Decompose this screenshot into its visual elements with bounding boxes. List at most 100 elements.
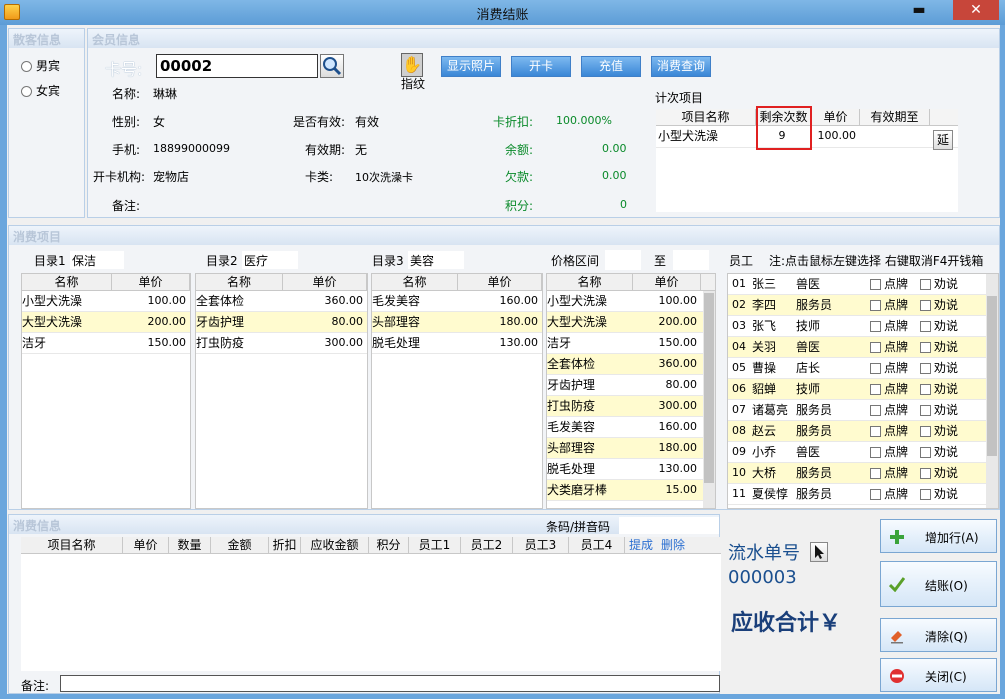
checkbox-icon xyxy=(920,426,931,437)
table-row[interactable]: 牙齿护理 80.00 xyxy=(547,375,715,396)
staff-row[interactable]: 08 赵云 服务员 点牌 劝说 xyxy=(728,421,998,442)
cat3-table: 名称 单价 毛发美容 160.00 头部理容 180.00 脱毛处理 130.00 xyxy=(371,273,543,509)
staff-row[interactable]: 11 夏侯惇 服务员 点牌 劝说 xyxy=(728,484,998,505)
serial-cursor-button[interactable] xyxy=(810,542,828,562)
persuade-checkbox[interactable]: 劝说 xyxy=(920,484,976,504)
table-row[interactable]: 全套体检 360.00 xyxy=(547,354,715,375)
recharge-button[interactable]: 充值 xyxy=(581,56,641,77)
persuade-checkbox[interactable]: 劝说 xyxy=(920,274,976,294)
staff-name: 夏侯惇 xyxy=(752,487,789,501)
add-row-button[interactable]: 增加行(A) xyxy=(880,519,997,553)
staff-name: 诸葛亮 xyxy=(752,403,789,417)
col-header: 折扣 xyxy=(269,537,301,553)
table-row[interactable]: 毛发美容 160.00 xyxy=(372,291,542,312)
assign-checkbox[interactable]: 点牌 xyxy=(870,484,920,504)
cat1-input[interactable]: 保洁 xyxy=(70,251,124,269)
staff-row[interactable]: 10 大桥 服务员 点牌 劝说 xyxy=(728,463,998,484)
table-row[interactable]: 洁牙 150.00 xyxy=(22,333,190,354)
staff-row[interactable]: 09 小乔 兽医 点牌 劝说 xyxy=(728,442,998,463)
radio-male[interactable]: 男宾 xyxy=(21,57,60,74)
assign-checkbox[interactable]: 点牌 xyxy=(870,274,920,294)
staff-row[interactable]: 06 貂蝉 技师 点牌 劝说 xyxy=(728,379,998,400)
balance-value: 0.00 xyxy=(602,142,627,155)
staff-row[interactable]: 05 曹操 店长 点牌 劝说 xyxy=(728,358,998,379)
radio-female[interactable]: 女宾 xyxy=(21,82,60,99)
table-row[interactable]: 打虫防疫 300.00 xyxy=(547,396,715,417)
persuade-checkbox[interactable]: 劝说 xyxy=(920,442,976,462)
guest-panel-header: 散客信息 xyxy=(9,29,84,48)
clear-button[interactable]: 清除(Q) xyxy=(880,618,997,652)
card-search-button[interactable] xyxy=(320,54,344,78)
scroll-thumb[interactable] xyxy=(987,296,997,456)
barcode-input[interactable] xyxy=(619,517,719,534)
open-card-button[interactable]: 开卡 xyxy=(511,56,571,77)
persuade-checkbox[interactable]: 劝说 xyxy=(920,463,976,483)
delete-link[interactable]: 删除 xyxy=(657,537,689,553)
table-row[interactable]: 牙齿护理 80.00 xyxy=(196,312,367,333)
staff-scrollbar[interactable] xyxy=(986,274,998,508)
table-row[interactable]: 毛发美容 160.00 xyxy=(547,417,715,438)
assign-checkbox[interactable]: 点牌 xyxy=(870,316,920,336)
col-header: 单价 xyxy=(123,537,169,553)
assign-checkbox[interactable]: 点牌 xyxy=(870,442,920,462)
table-row[interactable]: 打虫防疫 300.00 xyxy=(196,333,367,354)
persuade-checkbox[interactable]: 劝说 xyxy=(920,295,976,315)
checkout-button[interactable]: 结账(O) xyxy=(880,561,997,607)
close-window-button[interactable]: ✕ xyxy=(953,0,999,20)
table-row[interactable]: 头部理容 180.00 xyxy=(372,312,542,333)
minimize-button[interactable]: ▬ xyxy=(908,2,930,20)
card-number-input[interactable]: 00002 xyxy=(156,54,318,78)
guest-panel: 散客信息 男宾 女宾 xyxy=(8,28,85,218)
persuade-checkbox[interactable]: 劝说 xyxy=(920,337,976,357)
show-photo-button[interactable]: 显示照片 xyxy=(441,56,501,77)
assign-checkbox[interactable]: 点牌 xyxy=(870,400,920,420)
table-row[interactable]: 小型犬洗澡 100.00 xyxy=(547,291,715,312)
assign-checkbox[interactable]: 点牌 xyxy=(870,421,920,441)
assign-checkbox[interactable]: 点牌 xyxy=(870,463,920,483)
item-name: 大型犬洗澡 xyxy=(547,315,608,329)
gender-value: 女 xyxy=(153,115,166,129)
commission-link[interactable]: 提成 xyxy=(625,537,657,553)
price-min-input[interactable] xyxy=(605,250,641,270)
assign-checkbox[interactable]: 点牌 xyxy=(870,379,920,399)
table-row[interactable]: 犬类磨牙棒 15.00 xyxy=(547,480,715,501)
cat3-input[interactable]: 美容 xyxy=(408,251,464,269)
cat2-input[interactable]: 医疗 xyxy=(242,251,298,269)
table-row[interactable]: 脱毛处理 130.00 xyxy=(547,459,715,480)
price-range-scrollbar[interactable] xyxy=(703,291,715,508)
persuade-checkbox[interactable]: 劝说 xyxy=(920,400,976,420)
persuade-checkbox[interactable]: 劝说 xyxy=(920,358,976,378)
extend-button[interactable]: 延 xyxy=(933,130,953,150)
staff-row[interactable]: 07 诸葛亮 服务员 点牌 劝说 xyxy=(728,400,998,421)
table-row[interactable]: 脱毛处理 130.00 xyxy=(372,333,542,354)
consume-query-button[interactable]: 消费查询 xyxy=(651,56,711,77)
discount-label: 卡折扣: xyxy=(493,115,534,129)
table-row[interactable]: 小型犬洗澡 100.00 xyxy=(22,291,190,312)
table-row[interactable]: 洁牙 150.00 xyxy=(547,333,715,354)
persuade-checkbox[interactable]: 劝说 xyxy=(920,421,976,441)
stop-icon xyxy=(890,669,904,683)
table-row[interactable]: 大型犬洗澡 200.00 xyxy=(22,312,190,333)
staff-role: 店长 xyxy=(796,361,821,375)
table-row[interactable]: 全套体检 360.00 xyxy=(196,291,367,312)
persuade-checkbox[interactable]: 劝说 xyxy=(920,379,976,399)
staff-row[interactable]: 02 李四 服务员 点牌 劝说 xyxy=(728,295,998,316)
assign-checkbox[interactable]: 点牌 xyxy=(870,358,920,378)
remaining-highlight xyxy=(756,106,812,150)
staff-row[interactable]: 03 张飞 技师 点牌 劝说 xyxy=(728,316,998,337)
fingerprint-button[interactable]: ✋ 指纹 xyxy=(401,53,427,93)
expiry-label: 有效期: xyxy=(305,143,346,157)
staff-rows: 01 张三 兽医 点牌 劝说 02 李四 服务员 点牌 劝说 03 张飞 技师 点牌 劝说 04 关羽 兽医 点牌劝… xyxy=(728,274,998,505)
staff-row[interactable]: 04 关羽 兽医 点牌 劝说 xyxy=(728,337,998,358)
item-price: 150.00 xyxy=(658,336,698,349)
persuade-checkbox[interactable]: 劝说 xyxy=(920,316,976,336)
table-row[interactable]: 大型犬洗澡 200.00 xyxy=(547,312,715,333)
table-row[interactable]: 头部理容 180.00 xyxy=(547,438,715,459)
bill-note-input[interactable] xyxy=(60,675,720,692)
price-max-input[interactable] xyxy=(673,250,709,270)
assign-checkbox[interactable]: 点牌 xyxy=(870,295,920,315)
scroll-thumb[interactable] xyxy=(704,293,714,483)
close-button[interactable]: 关闭(C) xyxy=(880,658,997,692)
assign-checkbox[interactable]: 点牌 xyxy=(870,337,920,357)
staff-row[interactable]: 01 张三 兽医 点牌 劝说 xyxy=(728,274,998,295)
